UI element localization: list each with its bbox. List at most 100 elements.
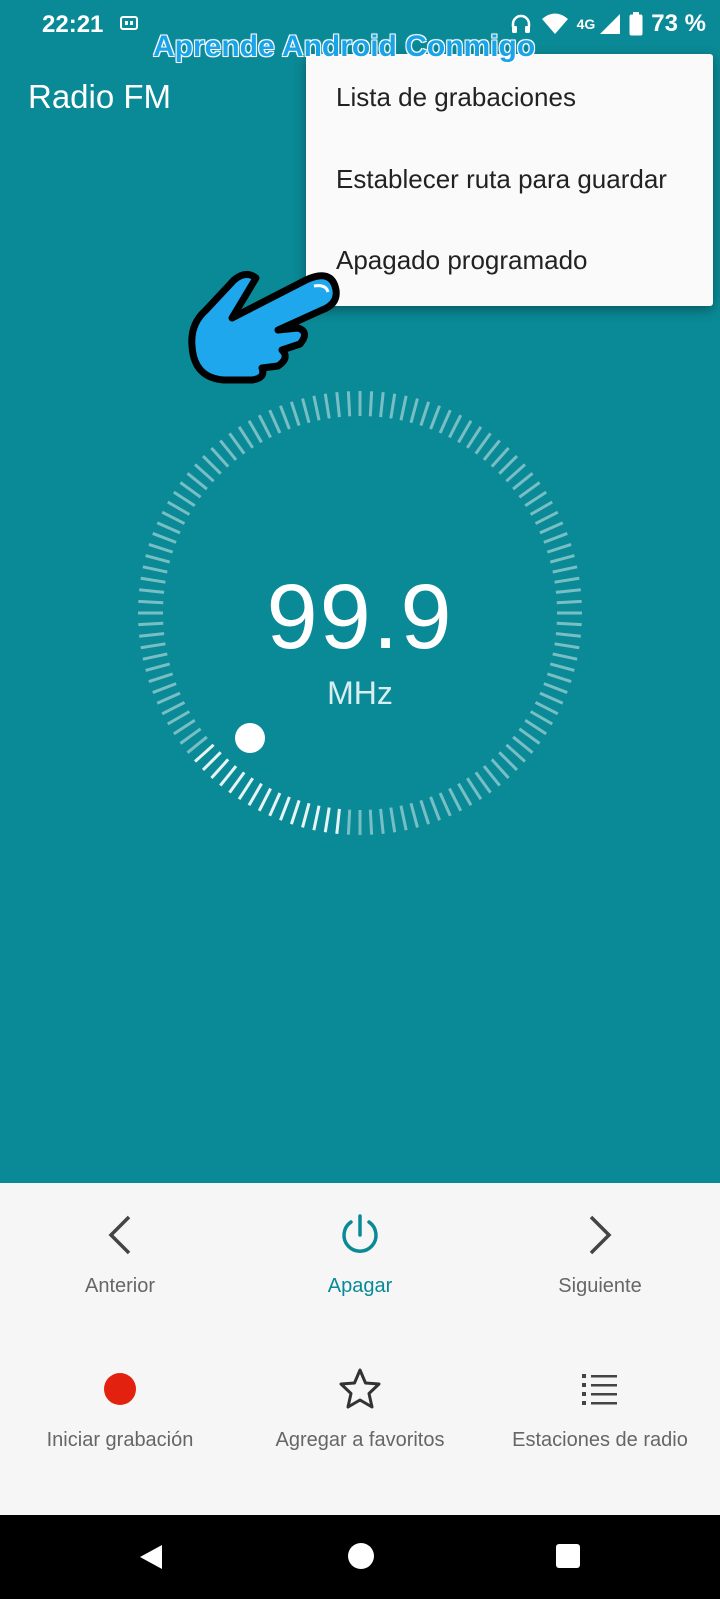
dial-tick	[145, 554, 171, 564]
dial-tick	[201, 454, 222, 475]
dial-tick	[490, 758, 510, 779]
previous-label: Anterior	[84, 1275, 156, 1297]
dial-tick	[323, 807, 331, 833]
dial-tick	[237, 777, 254, 801]
chevron-left-icon	[108, 1215, 131, 1255]
dial-tick	[152, 532, 177, 544]
dial-tick	[219, 439, 238, 461]
battery-icon	[629, 12, 643, 36]
dial-tick	[419, 799, 431, 825]
dial-tick	[335, 808, 341, 834]
dial-tick	[194, 743, 215, 763]
dial-tick	[534, 510, 559, 525]
dial-tick	[448, 787, 463, 812]
dial-tick	[457, 782, 473, 807]
dial-tick	[399, 395, 408, 421]
dial-tick	[312, 805, 321, 831]
dial-tick	[301, 398, 311, 424]
dial-tick	[389, 807, 397, 833]
dial-tick	[179, 727, 202, 745]
radio-stations-label: Estaciones de radio	[512, 1429, 688, 1451]
dial-tick	[161, 510, 186, 525]
dial-knob[interactable]	[235, 723, 265, 753]
add-favorite-button[interactable]: Agregar a favoritos	[240, 1359, 480, 1452]
dial-tick	[379, 392, 385, 418]
dial-tick	[289, 799, 301, 825]
dial-tick	[237, 425, 254, 449]
start-recording-label: Iniciar grabación	[46, 1429, 194, 1451]
chevron-right-icon	[589, 1215, 612, 1255]
dial-tick	[518, 727, 541, 745]
network-type: 4G	[576, 16, 596, 32]
dial-tick	[524, 719, 548, 736]
dial-tick	[166, 500, 191, 516]
dial-tick	[379, 808, 385, 834]
dial-tick	[186, 735, 208, 754]
dial-tick	[323, 393, 331, 419]
radio-stations-button[interactable]: Estaciones de radio	[480, 1359, 720, 1452]
dial-tick	[368, 391, 374, 417]
power-icon	[342, 1214, 378, 1253]
dial-tick	[156, 521, 181, 535]
dial-tick	[409, 802, 419, 828]
dial-tick	[524, 490, 548, 507]
dial-tick	[505, 743, 526, 763]
dial-tick	[429, 405, 441, 430]
dial-tick	[210, 758, 230, 779]
dial-tick	[409, 398, 419, 424]
dial-tick	[268, 792, 282, 817]
next-button[interactable]: Siguiente	[480, 1205, 720, 1298]
dial-tick	[466, 425, 483, 449]
dial-tick	[482, 765, 501, 787]
start-recording-button[interactable]: Iniciar grabación	[0, 1359, 240, 1452]
dial-tick	[546, 542, 572, 554]
dial-tick	[346, 391, 352, 417]
dial-tick	[172, 719, 196, 736]
watermark-text: Aprende Android Conmigo	[153, 30, 536, 63]
dial-tick	[505, 463, 526, 483]
dial-tick	[368, 809, 374, 835]
dial-tick	[490, 447, 510, 468]
signal-icon	[600, 14, 621, 34]
recent-apps-icon[interactable]	[556, 1544, 580, 1568]
dial-tick	[148, 542, 174, 554]
home-icon[interactable]	[348, 1543, 374, 1569]
dial-tick	[219, 765, 238, 787]
dial-tick	[166, 710, 191, 726]
previous-button[interactable]: Anterior	[0, 1205, 240, 1298]
battery-level: 73 %	[651, 10, 706, 37]
controls-panel: Anterior Apagar Siguiente Iniciar grabac…	[0, 1183, 720, 1515]
dial-tick	[518, 481, 541, 499]
menu-item-recordings-list[interactable]: Lista de grabaciones	[336, 82, 576, 113]
dial-tick	[543, 532, 568, 544]
dial-tick	[172, 490, 196, 507]
dial-tick	[529, 710, 554, 726]
add-favorite-label: Agregar a favoritos	[275, 1429, 445, 1451]
frequency-unit: MHz	[327, 675, 393, 711]
dial-tick	[228, 432, 246, 455]
dial-tick	[419, 401, 431, 427]
back-icon[interactable]	[138, 1543, 164, 1571]
dial-tick	[457, 419, 473, 444]
dial-tick	[194, 463, 215, 483]
dial-tick	[201, 751, 222, 772]
frequency-readout: 99.9	[266, 566, 454, 668]
dial-tick	[179, 481, 202, 499]
dial-tick	[257, 414, 272, 439]
dial-tick	[438, 409, 452, 434]
dial-tick	[186, 472, 208, 491]
dial-tick	[289, 401, 301, 427]
power-off-button[interactable]: Apagar	[240, 1205, 480, 1298]
next-label: Siguiente	[558, 1275, 642, 1297]
menu-item-save-path[interactable]: Establecer ruta para guardar	[336, 164, 667, 195]
dial-tick	[301, 802, 311, 828]
wifi-icon	[541, 13, 568, 34]
sim-card-icon	[120, 16, 138, 30]
dial-tick	[438, 792, 452, 817]
dial-tick	[279, 796, 291, 821]
dial-tick	[512, 735, 534, 754]
dial-tick	[247, 782, 263, 807]
menu-item-scheduled-off[interactable]: Apagado programado	[336, 245, 588, 276]
dial-tick	[549, 554, 575, 564]
dial-tick	[498, 454, 519, 475]
